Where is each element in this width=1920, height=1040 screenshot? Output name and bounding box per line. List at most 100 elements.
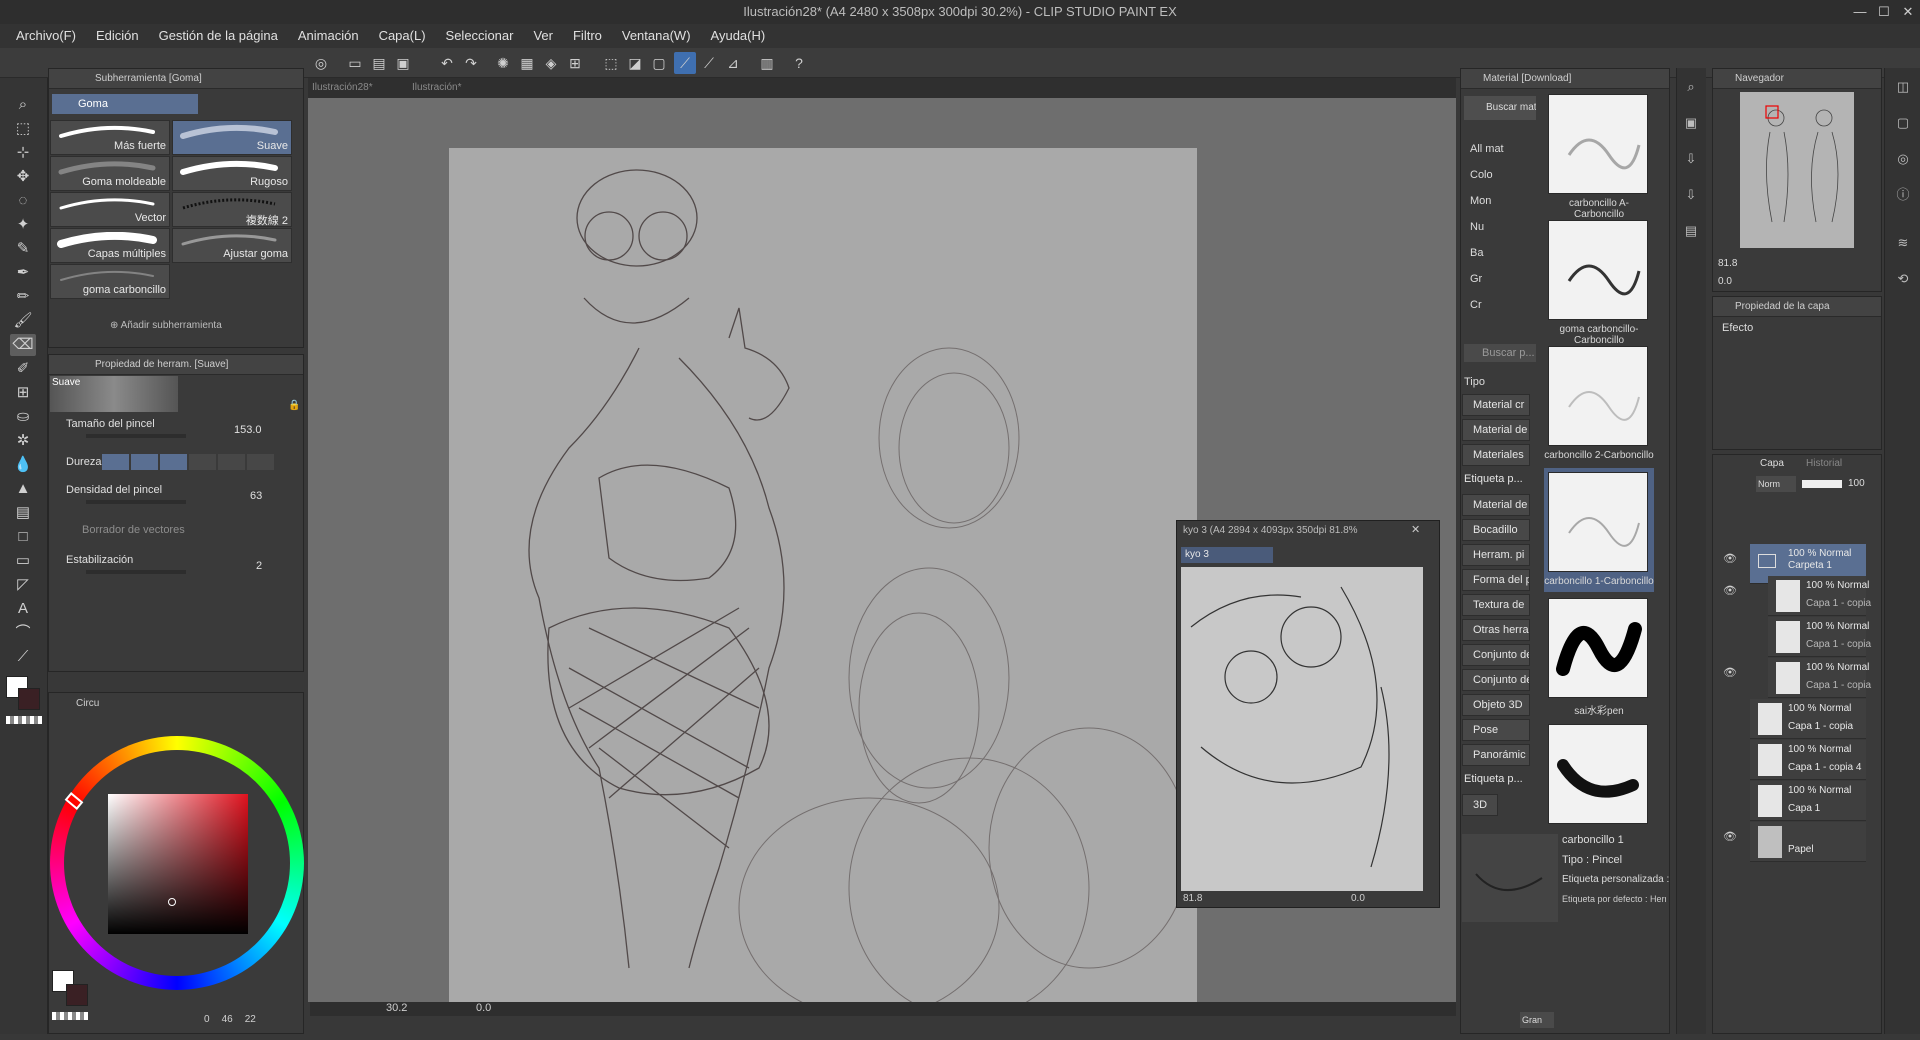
lock-icon[interactable]: 🔒: [288, 400, 300, 411]
hardness-selector[interactable]: [102, 454, 274, 470]
add-subtool-button[interactable]: ⊕ Añadir subherramienta: [110, 320, 222, 331]
brush-suave[interactable]: Suave: [172, 120, 292, 155]
menu-layer[interactable]: Capa(L): [369, 24, 436, 48]
snap-ruler-icon[interactable]: ⟋: [674, 52, 696, 74]
menu-help[interactable]: Ayuda(H): [701, 24, 776, 48]
material-category[interactable]: Conjunto de: [1462, 669, 1530, 691]
material-category[interactable]: Herram. pi: [1462, 544, 1530, 566]
material-category[interactable]: Panorámic: [1462, 744, 1530, 766]
material-category[interactable]: Materiales: [1462, 444, 1530, 466]
saturation-value-square[interactable]: [108, 794, 248, 934]
brush-fukusuusen-2[interactable]: 複数線 2: [172, 192, 292, 227]
material-category[interactable]: Bocadillo: [1462, 519, 1530, 541]
layer-row[interactable]: 100 % Normal Capa 1: [1750, 781, 1866, 821]
help-icon[interactable]: ?: [788, 52, 810, 74]
transparent-color-swatch[interactable]: [6, 716, 42, 724]
material-category[interactable]: Objeto 3D: [1462, 694, 1530, 716]
lasso-tool-icon[interactable]: ◌: [10, 190, 36, 212]
balloon-tool-icon[interactable]: ⌒: [10, 622, 36, 644]
pen-tool-icon[interactable]: ✒: [10, 262, 36, 284]
sub-view-zoom[interactable]: 81.8: [1183, 893, 1202, 904]
eyedropper-icon[interactable]: ✎: [10, 238, 36, 260]
open-file-icon[interactable]: ▤: [368, 52, 390, 74]
clear-outside-icon[interactable]: ▦: [516, 52, 538, 74]
opacity-slider[interactable]: [1802, 480, 1842, 488]
new-file-icon[interactable]: ▭: [344, 52, 366, 74]
layer-tab[interactable]: Capa: [1760, 458, 1784, 469]
search-material-button[interactable]: Buscar mate: [1464, 96, 1536, 120]
color-wheel-tab[interactable]: Circu: [76, 698, 99, 709]
vector-eraser-label[interactable]: Borrador de vectores: [82, 524, 185, 536]
stamp-tool-icon[interactable]: ⛀: [10, 406, 36, 428]
text-tool-icon[interactable]: A: [10, 598, 36, 620]
material-category[interactable]: Textura de: [1462, 594, 1530, 616]
material-category[interactable]: Material de: [1462, 494, 1530, 516]
eye-icon[interactable]: 👁: [1722, 584, 1738, 600]
density-value[interactable]: 63: [250, 490, 262, 502]
navigator-zoom[interactable]: 81.8: [1718, 258, 1737, 269]
material-thumb[interactable]: [1548, 472, 1648, 572]
clip-studio-icon[interactable]: ◎: [310, 52, 332, 74]
layer-row[interactable]: 100 % Normal Capa 1 - copia: [1768, 658, 1871, 698]
gradient-tool-icon[interactable]: ▤: [10, 502, 36, 524]
pencil-tool-icon[interactable]: ✏: [10, 286, 36, 308]
decoration-tool-icon[interactable]: ✐: [10, 358, 36, 380]
eye-icon[interactable]: 👁: [1722, 552, 1738, 568]
canvas-paper[interactable]: [449, 148, 1197, 1019]
menu-select[interactable]: Seleccionar: [436, 24, 524, 48]
menu-animation[interactable]: Animación: [288, 24, 369, 48]
canvas-rotation-value[interactable]: 0.0: [476, 1002, 491, 1014]
info-icon[interactable]: ⓘ: [1892, 184, 1914, 206]
tree-item[interactable]: Cr: [1470, 292, 1504, 318]
material-category[interactable]: 3D: [1462, 794, 1498, 816]
figure-tool-icon[interactable]: □: [10, 526, 36, 548]
snap-special-ruler-icon[interactable]: ⟋: [698, 52, 720, 74]
fill-tool-icon[interactable]: ▲: [10, 478, 36, 500]
layer-search-icon[interactable]: ◎: [1892, 148, 1914, 170]
tree-item[interactable]: Gr: [1470, 266, 1504, 292]
tree-item[interactable]: Colo: [1470, 162, 1504, 188]
brush-size-slider[interactable]: [86, 434, 186, 438]
correct-line-tool-icon[interactable]: ⟋: [10, 646, 36, 668]
ruler-tool-icon[interactable]: ▭: [10, 550, 36, 572]
tree-item[interactable]: Mon: [1470, 188, 1504, 214]
import-icon[interactable]: ⇩: [1680, 184, 1702, 206]
search-icon[interactable]: ⌕: [1680, 76, 1702, 98]
clear-icon[interactable]: ✺: [492, 52, 514, 74]
brush-tool-icon[interactable]: 🖌: [10, 310, 36, 332]
blend-tool-icon[interactable]: ✲: [10, 430, 36, 452]
layer-row[interactable]: 100 % Normal Capa 1 - copia: [1750, 699, 1866, 739]
transparent-chip[interactable]: [52, 1012, 88, 1020]
navigator-rotation[interactable]: 0.0: [1718, 276, 1732, 287]
blend-mode-select[interactable]: Norm: [1756, 476, 1796, 492]
layer-icon[interactable]: ▤: [1680, 220, 1702, 242]
material-category[interactable]: Etiqueta p...: [1462, 469, 1530, 491]
material-search-input[interactable]: Buscar p...: [1464, 344, 1536, 362]
show-selection-icon[interactable]: ▢: [648, 52, 670, 74]
brush-ajustar-goma[interactable]: Ajustar goma: [172, 228, 292, 263]
zoom-tool-icon[interactable]: ⌕: [10, 94, 36, 116]
brush-rugoso[interactable]: Rugoso: [172, 156, 292, 191]
menu-edit[interactable]: Edición: [86, 24, 149, 48]
sub-color-chip[interactable]: [66, 984, 88, 1006]
brush-goma-carboncillo[interactable]: goma carboncillo: [50, 264, 170, 299]
stabilization-slider[interactable]: [86, 570, 186, 574]
transform-icon[interactable]: ⊞: [564, 52, 586, 74]
sub-view-rotation[interactable]: 0.0: [1351, 893, 1365, 904]
sub-view-close-icon[interactable]: ✕: [1411, 523, 1420, 536]
sub-view-canvas[interactable]: [1181, 567, 1423, 891]
material-category[interactable]: Pose: [1462, 719, 1530, 741]
menu-view[interactable]: Ver: [523, 24, 563, 48]
brush-capas-multiples[interactable]: Capas múltiples: [50, 228, 170, 263]
save-icon[interactable]: ▣: [392, 52, 414, 74]
material-icon[interactable]: ▣: [1680, 112, 1702, 134]
density-slider[interactable]: [86, 500, 186, 504]
brush-vector[interactable]: Vector: [50, 192, 170, 227]
opacity-value[interactable]: 100: [1848, 478, 1865, 489]
tree-item[interactable]: Ba: [1470, 240, 1504, 266]
brush-goma-moldeable[interactable]: Goma moldeable: [50, 156, 170, 191]
fill-icon[interactable]: ◈: [540, 52, 562, 74]
frame-tool-icon[interactable]: ⊞: [10, 382, 36, 404]
menu-file[interactable]: Archivo(F): [6, 24, 86, 48]
eye-icon[interactable]: 👁: [1722, 666, 1738, 682]
